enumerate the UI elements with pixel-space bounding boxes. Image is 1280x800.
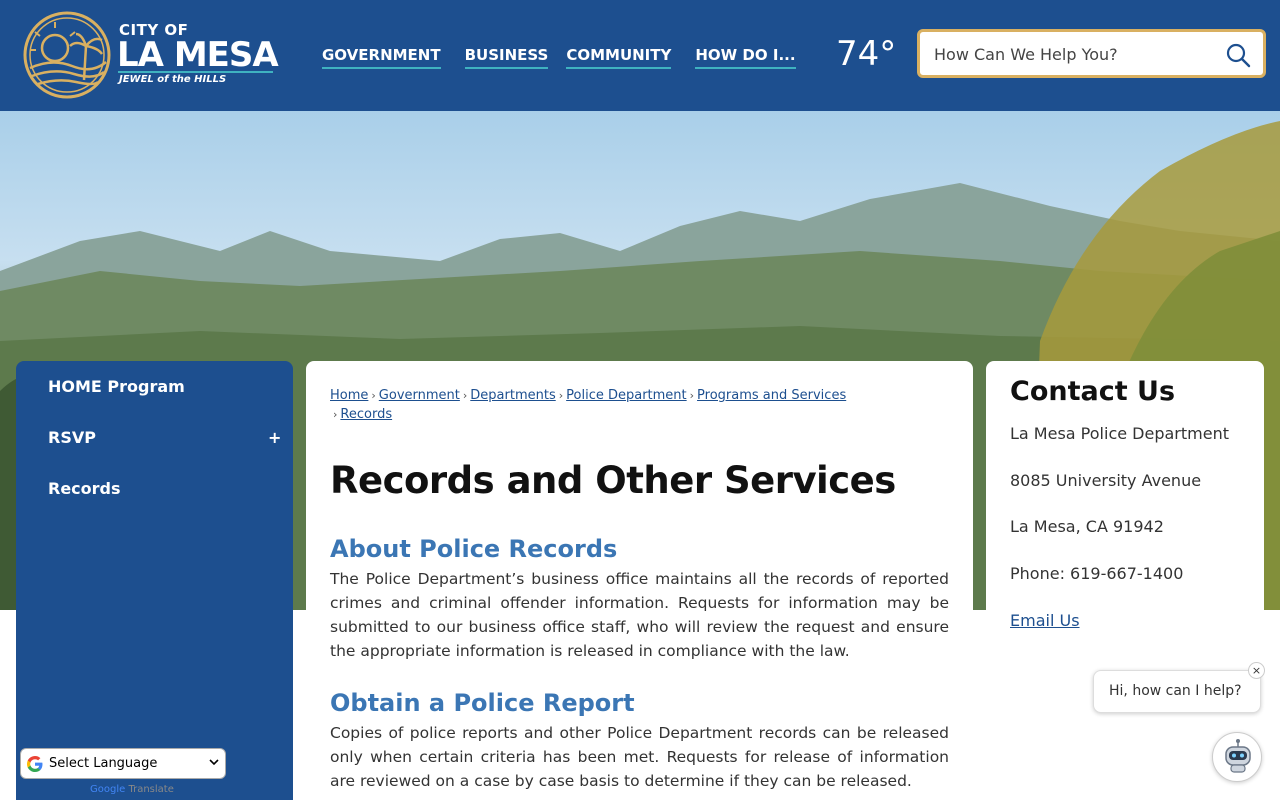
logo-sun-icon (23, 11, 111, 99)
expand-rsvp-icon[interactable]: + (268, 428, 281, 447)
chat-close-icon[interactable]: × (1248, 662, 1265, 679)
breadcrumb-programs-services[interactable]: Programs and Services (697, 388, 846, 403)
paragraph-obtain-police-report: Copies of police reports and other Polic… (330, 724, 949, 790)
language-select-value: Select Language (49, 756, 158, 771)
powered-translate: Translate (128, 784, 174, 795)
breadcrumb-separator: › (689, 389, 695, 402)
page-title: Records and Other Services (330, 459, 896, 502)
heading-about-police-records: About Police Records (330, 535, 618, 563)
language-select[interactable]: Select Language (20, 748, 226, 779)
main-content: Home › Government › Departments › Police Depar… (306, 361, 973, 800)
heading-obtain-police-report: Obtain a Police Report (330, 689, 635, 717)
section-sidebar: HOME Program RSVP + Records (16, 361, 293, 800)
google-icon (27, 756, 43, 772)
breadcrumb-separator: › (371, 389, 376, 402)
robot-icon (1225, 739, 1251, 773)
breadcrumb-departments[interactable]: Departments (470, 388, 555, 403)
chevron-down-icon (209, 759, 219, 766)
breadcrumb-police-department[interactable]: Police Department (566, 388, 687, 403)
contact-department: La Mesa Police Department (1010, 424, 1229, 443)
weather-temperature[interactable]: 74° (836, 34, 896, 74)
breadcrumb-separator: › (558, 389, 564, 402)
nav-how-do-i[interactable]: HOW DO I... (695, 46, 796, 69)
city-logo[interactable]: CITY OF LA MESA JEWEL of the HILLS (22, 10, 282, 102)
search-icon[interactable] (1225, 42, 1251, 68)
breadcrumb-separator: › (333, 408, 338, 421)
logo-tagline: JEWEL of the HILLS (119, 74, 227, 85)
site-search (917, 29, 1266, 78)
logo-underline (118, 71, 273, 73)
site-header: CITY OF LA MESA JEWEL of the HILLS GOVER… (0, 0, 1280, 111)
paragraph-about-police-records: The Police Department’s business office … (330, 570, 949, 660)
breadcrumb: Home › Government › Departments › Police Depar… (330, 386, 930, 424)
breadcrumb-separator: › (462, 389, 468, 402)
nav-community[interactable]: COMMUNITY (566, 46, 672, 69)
nav-business[interactable]: BUSINESS (464, 46, 549, 69)
search-input[interactable] (934, 42, 1214, 66)
chat-greeting-bubble[interactable]: Hi, how can I help? (1093, 670, 1261, 713)
breadcrumb-government[interactable]: Government (379, 388, 460, 403)
nav-government[interactable]: GOVERNMENT (322, 46, 441, 69)
chatbot-button[interactable] (1212, 732, 1262, 782)
breadcrumb-records[interactable]: Records (340, 407, 392, 422)
chat-greeting-text: Hi, how can I help? (1109, 683, 1242, 699)
email-us-link[interactable]: Email Us (1010, 611, 1080, 630)
sidebar-item-records[interactable]: Records (48, 479, 121, 498)
breadcrumb-home[interactable]: Home (330, 388, 368, 403)
contact-city: La Mesa, CA 91942 (1010, 517, 1164, 536)
main-nav: GOVERNMENT BUSINESS COMMUNITY HOW DO I..… (322, 46, 820, 69)
logo-la-mesa: LA MESA (117, 35, 279, 75)
sidebar-item-rsvp[interactable]: RSVP (48, 428, 96, 447)
powered-google: Google (90, 784, 126, 795)
contact-phone: Phone: 619-667-1400 (1010, 564, 1184, 583)
contact-title: Contact Us (1010, 376, 1176, 407)
sidebar-item-home-program[interactable]: HOME Program (48, 377, 185, 396)
powered-by-google-translate[interactable]: Google Translate (90, 784, 174, 795)
contact-address: 8085 University Avenue (1010, 471, 1202, 490)
